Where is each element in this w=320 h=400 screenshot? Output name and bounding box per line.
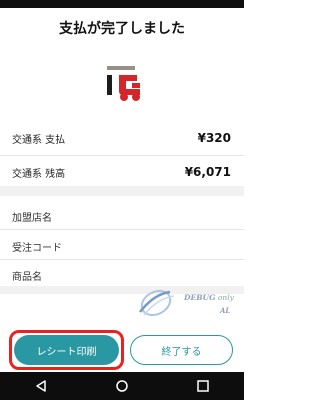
order-code-label: 受注コード	[12, 243, 62, 254]
balance-label: 交通系 残高	[12, 168, 66, 180]
print-receipt-button[interactable]: レシート印刷	[14, 335, 119, 365]
section-divider	[0, 186, 244, 196]
divider	[0, 259, 244, 260]
product-name-label: 商品名	[12, 272, 42, 283]
page-title: 支払が完了しました	[59, 21, 185, 37]
merchant-name-label: 加盟店名	[12, 213, 52, 224]
action-buttons: レシート印刷 終了する	[0, 300, 244, 370]
status-bar	[0, 0, 244, 8]
ic-logo	[107, 66, 140, 101]
balance-row: 交通系 残高 ¥6,071	[0, 155, 244, 189]
payment-row: 交通系 支払 ¥320	[0, 121, 244, 155]
payment-amount: ¥320	[197, 131, 231, 145]
divider	[0, 229, 244, 230]
payment-label: 交通系 支払	[12, 134, 66, 146]
finish-button[interactable]: 終了する	[130, 335, 233, 365]
back-icon[interactable]	[34, 379, 48, 393]
balance-amount: ¥6,071	[184, 165, 231, 179]
home-icon[interactable]	[115, 379, 129, 393]
recents-icon[interactable]	[196, 379, 210, 393]
navigation-bar	[0, 372, 244, 400]
